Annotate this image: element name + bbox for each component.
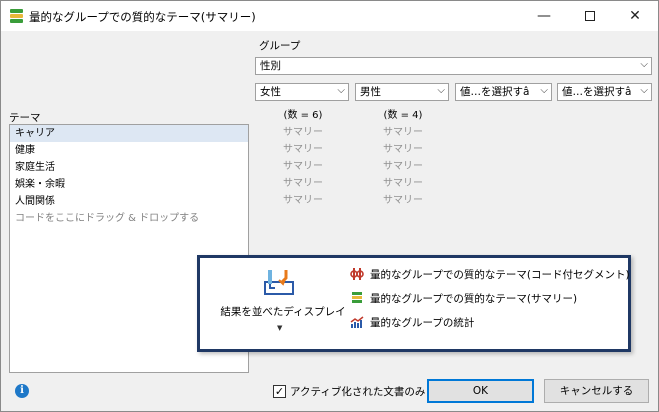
minimize-button[interactable]: — [521, 1, 567, 31]
chevron-down-icon: ⌵ [640, 85, 648, 96]
app-summary-icon [10, 9, 23, 23]
group-value-2: 男性 [360, 86, 381, 98]
summary-cell[interactable]: サマリー [271, 158, 335, 175]
summary-cell[interactable]: サマリー [271, 175, 335, 192]
chevron-down-icon: ⌵ [337, 85, 345, 96]
minimize-icon: — [537, 8, 551, 24]
display-options-popup: 結果を並べたディスプレイ ▼ 量的なグループでの質的なテーマ(コード付セグメント… [197, 255, 631, 352]
group-value-select-3[interactable]: 値…を選択すâ ⌵ [455, 83, 552, 101]
display-button-label[interactable]: 結果を並べたディスプレイ [218, 304, 348, 319]
window-title: 量的なグループでの質的なテーマ(サマリー) [29, 10, 256, 24]
coded-segments-icon [350, 268, 364, 280]
statistics-chart-icon [350, 316, 364, 328]
group-value-select-1[interactable]: 女性 ⌵ [255, 83, 349, 101]
info-icon[interactable]: i [15, 384, 29, 398]
maximize-icon [585, 11, 595, 21]
summary-cell[interactable]: サマリー [371, 141, 435, 158]
list-item[interactable]: 健康 [10, 142, 248, 159]
list-item[interactable]: 人間関係 [10, 193, 248, 210]
option-coded-segments[interactable]: 量的なグループでの質的なテーマ(コード付セグメント) [350, 266, 630, 284]
summary-cell[interactable]: サマリー [271, 124, 335, 141]
active-documents-checkbox[interactable]: ✓ [273, 385, 286, 398]
dialog-window: 量的なグループでの質的なテーマ(サマリー) — ✕ グループ 性別 ⌵ 女性 ⌵… [0, 0, 659, 412]
dropdown-arrow-icon[interactable]: ▼ [277, 324, 282, 332]
option-label: 量的なグループでの質的なテーマ(コード付セグメント) [370, 269, 630, 281]
group-value-select-2[interactable]: 男性 ⌵ [355, 83, 449, 101]
summary-cell[interactable]: サマリー [371, 192, 435, 209]
close-button[interactable]: ✕ [612, 1, 658, 31]
group-value-3: 値…を選択すâ [460, 86, 530, 98]
group-value-4: 値…を選択すâ [562, 86, 632, 98]
group-select-value: 性別 [260, 60, 281, 72]
group-label: グループ [259, 40, 301, 52]
option-label: 量的なグループでの質的なテーマ(サマリー) [370, 293, 578, 305]
group-value-1: 女性 [260, 86, 281, 98]
theme-label: テーマ [9, 112, 41, 124]
option-label: 量的なグループの統計 [370, 317, 475, 329]
cancel-button[interactable]: キャンセルする [544, 379, 649, 403]
count-label: (数 = 6) [283, 110, 323, 121]
title-bar: 量的なグループでの質的なテーマ(サマリー) — ✕ [1, 1, 658, 31]
drop-hint[interactable]: コードをここにドラッグ & ドロップする [10, 210, 248, 227]
group-column-2: (数 = 4) サマリー サマリー サマリー サマリー サマリー [371, 107, 435, 209]
count-label: (数 = 4) [383, 110, 423, 121]
chevron-down-icon: ⌵ [540, 85, 548, 96]
summary-cell[interactable]: サマリー [271, 141, 335, 158]
chevron-down-icon: ⌵ [640, 59, 648, 70]
side-by-side-display-icon[interactable] [262, 268, 296, 298]
close-icon: ✕ [629, 8, 641, 24]
summary-cell[interactable]: サマリー [371, 124, 435, 141]
summary-cell[interactable]: サマリー [271, 192, 335, 209]
list-item[interactable]: 家庭生活 [10, 159, 248, 176]
summary-icon [350, 292, 364, 304]
group-select[interactable]: 性別 ⌵ [255, 57, 652, 75]
option-summary[interactable]: 量的なグループでの質的なテーマ(サマリー) [350, 290, 577, 308]
chevron-down-icon: ⌵ [437, 85, 445, 96]
summary-cell[interactable]: サマリー [371, 175, 435, 192]
ok-button[interactable]: OK [427, 379, 534, 403]
active-documents-label[interactable]: アクティブ化された文書のみ [290, 384, 425, 399]
group-column-1: (数 = 6) サマリー サマリー サマリー サマリー サマリー [271, 107, 335, 209]
group-value-select-4[interactable]: 値…を選択すâ ⌵ [557, 83, 652, 101]
summary-cell[interactable]: サマリー [371, 158, 435, 175]
list-item[interactable]: キャリア [10, 125, 248, 142]
option-statistics[interactable]: 量的なグループの統計 [350, 314, 474, 332]
maximize-button[interactable] [567, 1, 613, 31]
list-item[interactable]: 娯楽・余暇 [10, 176, 248, 193]
